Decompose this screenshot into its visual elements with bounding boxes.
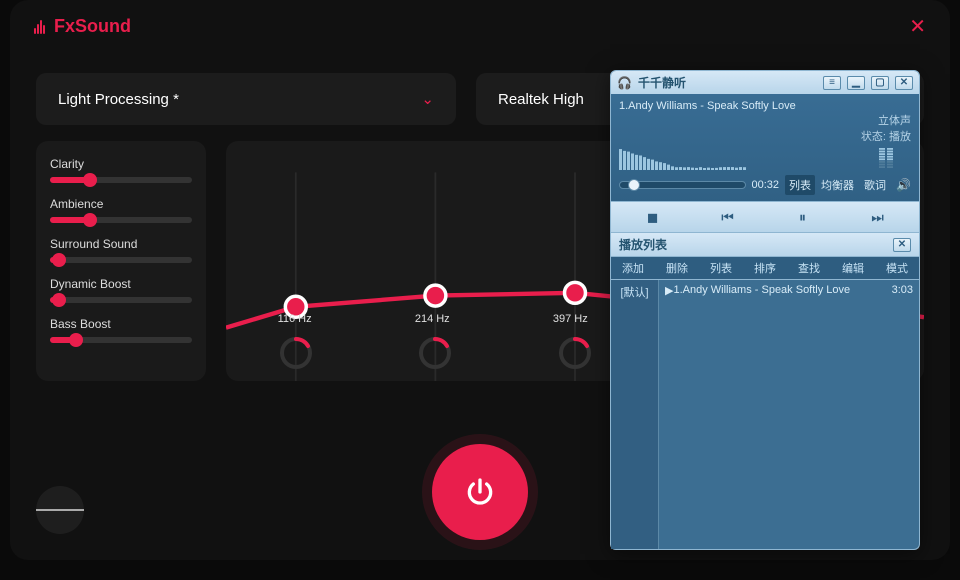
playback-controls: ◼ ⏮ ⏸ ⏭ (611, 201, 919, 232)
slider-label: Dynamic Boost (50, 277, 192, 291)
playlist-group-label: [默认] (613, 284, 656, 300)
slider-thumb[interactable] (52, 293, 66, 307)
slider-label: Ambience (50, 197, 192, 211)
slider-track[interactable] (50, 337, 192, 343)
power-icon (464, 476, 496, 508)
slider-track[interactable] (50, 257, 192, 263)
headphones-icon: 🎧 (617, 76, 632, 90)
playlist-menu-item[interactable]: 删除 (666, 260, 688, 276)
next-button[interactable]: ⏭ (848, 206, 908, 228)
ttplayer-titlebar[interactable]: 🎧 千千静听 ≡ ▁ ▢ ✕ (611, 71, 919, 94)
view-tabs: 列表均衡器歌词 (785, 175, 890, 195)
playlist-title-text: 播放列表 (619, 236, 667, 253)
playlist-menu-item[interactable]: 模式 (886, 260, 908, 276)
ttplayer-window: 🎧 千千静听 ≡ ▁ ▢ ✕ 1.Andy Williams - Speak S… (610, 70, 920, 550)
tt-extra-button[interactable]: ≡ (823, 76, 841, 90)
eq-knob[interactable] (417, 335, 453, 371)
view-tab[interactable]: 歌词 (860, 175, 890, 195)
view-tab[interactable]: 列表 (785, 175, 815, 195)
playlist-body: [默认] ▶1.Andy Williams - Speak Softly Lov… (610, 280, 920, 550)
eq-band-label: 214 Hz (415, 313, 450, 325)
slider-bass-boost: Bass Boost (50, 317, 192, 343)
logo-bars-icon (34, 20, 48, 34)
playlist-tracks[interactable]: ▶1.Andy Williams - Speak Softly Love3:03 (659, 280, 919, 549)
playlist-close-button[interactable]: ✕ (893, 238, 911, 252)
stop-button[interactable]: ◼ (623, 206, 683, 228)
playlist-menu-item[interactable]: 列表 (710, 260, 732, 276)
playlist-menu-item[interactable]: 排序 (754, 260, 776, 276)
playlist-menu-item[interactable]: 查找 (798, 260, 820, 276)
elapsed-time: 00:32 (752, 179, 780, 191)
playlist-menu-item[interactable]: 编辑 (842, 260, 864, 276)
progress-slider[interactable] (619, 181, 746, 189)
slider-thumb[interactable] (83, 173, 97, 187)
playlist-menu: 添加 删除 列表 排序 查找 编辑 模式 (610, 257, 920, 280)
effect-sliders-panel: Clarity Ambience Surround Sound Dynamic Boo… (36, 141, 206, 381)
fxsound-header: FxSound ✕ (10, 0, 950, 53)
output-label: Realtek High (498, 91, 584, 108)
chevron-down-icon: ⌄ (421, 90, 434, 108)
slider-dynamic-boost: Dynamic Boost (50, 277, 192, 303)
track-length: 3:03 (892, 284, 913, 297)
slider-label: Clarity (50, 157, 192, 171)
playlist-group-column[interactable]: [默认] (611, 280, 659, 549)
slider-thumb[interactable] (52, 253, 66, 267)
preset-select[interactable]: Light Processing * ⌄ (36, 73, 456, 125)
slider-clarity: Clarity (50, 157, 192, 183)
power-button[interactable] (432, 444, 528, 540)
progress-row: 00:32 列表均衡器歌词 🔊 (619, 175, 911, 195)
slider-surround-sound: Surround Sound (50, 237, 192, 263)
slider-track[interactable] (50, 297, 192, 303)
ttplayer-display: 1.Andy Williams - Speak Softly Love 立体声 … (611, 94, 919, 201)
tt-close-button[interactable]: ✕ (895, 76, 913, 90)
ttplayer-main-panel: 🎧 千千静听 ≡ ▁ ▢ ✕ 1.Andy Williams - Speak S… (610, 70, 920, 233)
prev-button[interactable]: ⏮ (698, 206, 758, 228)
pause-button[interactable]: ⏸ (773, 206, 833, 228)
tt-maximize-button[interactable]: ▢ (871, 76, 889, 90)
slider-thumb[interactable] (69, 333, 83, 347)
eq-band-label: 397 Hz (553, 313, 588, 325)
slider-track[interactable] (50, 177, 192, 183)
playlist-menu-item[interactable]: 添加 (622, 260, 644, 276)
slider-thumb[interactable] (83, 213, 97, 227)
eq-knob[interactable] (557, 335, 593, 371)
tt-minimize-button[interactable]: ▁ (847, 76, 865, 90)
play-indicator-icon: ▶ (665, 284, 673, 297)
brand-text: FxSound (54, 16, 131, 37)
volume-icon[interactable]: 🔊 (896, 178, 911, 192)
close-icon[interactable]: ✕ (909, 14, 926, 39)
eq-knob[interactable] (278, 335, 314, 371)
ttplayer-title: 千千静听 (638, 74, 686, 91)
progress-thumb[interactable] (628, 179, 640, 191)
slider-label: Surround Sound (50, 237, 192, 251)
track-title: 1.Andy Williams - Speak Softly Love (673, 284, 891, 297)
status-text: 状态: 播放 (619, 128, 911, 144)
view-tab[interactable]: 均衡器 (817, 175, 858, 195)
preset-label: Light Processing * (58, 91, 179, 108)
slider-label: Bass Boost (50, 317, 192, 331)
channel-text: 立体声 (619, 112, 911, 128)
menu-button[interactable] (36, 486, 84, 534)
slider-ambience: Ambience (50, 197, 192, 223)
playlist-titlebar[interactable]: 播放列表 ✕ (610, 233, 920, 257)
eq-band-label: 116 Hz (278, 313, 312, 325)
playlist-row[interactable]: ▶1.Andy Williams - Speak Softly Love3:03 (665, 284, 913, 297)
fxsound-logo: FxSound (34, 16, 131, 37)
slider-track[interactable] (50, 217, 192, 223)
now-playing-text: 1.Andy Williams - Speak Softly Love (619, 100, 911, 112)
visualizer (619, 146, 899, 170)
